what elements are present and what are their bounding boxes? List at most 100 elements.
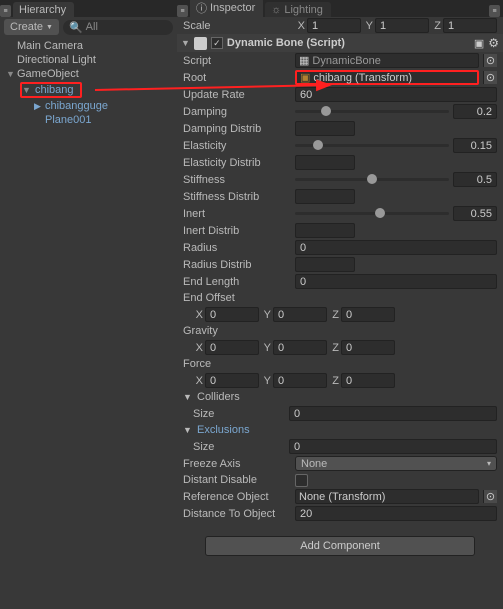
field-label: Damping xyxy=(183,106,291,118)
stiffness-value[interactable] xyxy=(453,172,497,187)
axis-y: Y xyxy=(261,342,271,354)
tab-hierarchy[interactable]: Hierarchy xyxy=(13,2,74,17)
size-label: Size xyxy=(193,408,285,420)
exclusions-size-input[interactable] xyxy=(289,439,497,454)
field-label: Update Rate xyxy=(183,89,291,101)
damping-value[interactable] xyxy=(453,104,497,119)
field-label: End Length xyxy=(183,276,291,288)
panel-options-icon[interactable]: ≡ xyxy=(489,5,500,17)
foldout-icon[interactable]: ▶ xyxy=(34,101,45,112)
field-label: Radius Distrib xyxy=(183,259,291,271)
tree-item-chibangguge[interactable]: ▶ chibangguge xyxy=(0,99,177,113)
end-offset-z[interactable] xyxy=(341,307,395,322)
freeze-axis-dropdown[interactable]: None ▾ xyxy=(295,456,497,471)
force-y[interactable] xyxy=(273,373,327,388)
create-label: Create xyxy=(10,21,43,33)
radius-distrib-curve[interactable] xyxy=(295,257,355,272)
foldout-icon[interactable]: ▼ xyxy=(22,85,33,95)
gravity-z[interactable] xyxy=(341,340,395,355)
lighting-icon: ☼ xyxy=(271,4,281,16)
panel-menu-icon[interactable]: ≡ xyxy=(177,5,188,17)
panel-menu-icon[interactable]: ≡ xyxy=(0,5,11,17)
field-label: Freeze Axis xyxy=(183,458,291,470)
field-label: Inert xyxy=(183,208,291,220)
script-field[interactable]: ▦ DynamicBone xyxy=(295,53,479,68)
inert-value[interactable] xyxy=(453,206,497,221)
tree-item-main-camera[interactable]: Main Camera xyxy=(0,39,177,53)
elasticity-slider[interactable] xyxy=(295,138,449,153)
tree-item-game-object[interactable]: ▼ GameObject xyxy=(0,67,177,81)
axis-z: Z xyxy=(329,309,339,321)
field-label: Exclusions xyxy=(197,424,250,436)
root-field[interactable]: ▣ chibang (Transform) xyxy=(295,70,479,85)
colliders-size-input[interactable] xyxy=(289,406,497,421)
force-z[interactable] xyxy=(341,373,395,388)
component-header[interactable]: ▼ ✓ Dynamic Bone (Script) ▣ ⚙ xyxy=(177,34,503,52)
distance-to-object-input[interactable] xyxy=(295,506,497,521)
field-label: Reference Object xyxy=(183,491,291,503)
help-icon[interactable]: ▣ xyxy=(474,37,484,50)
damping-slider[interactable] xyxy=(295,104,449,119)
foldout-icon[interactable]: ▼ xyxy=(183,392,193,402)
reference-object-field[interactable]: None (Transform) xyxy=(295,489,479,504)
scale-z[interactable] xyxy=(443,18,497,33)
object-picker-icon[interactable]: ⊙ xyxy=(483,71,497,84)
field-label: Root xyxy=(183,72,291,84)
update-rate-input[interactable] xyxy=(295,87,497,102)
tab-inspector[interactable]: ⓘ Inspector xyxy=(190,0,263,17)
end-offset-y[interactable] xyxy=(273,307,327,322)
inspector-icon: ⓘ xyxy=(196,0,207,16)
component-enable-checkbox[interactable]: ✓ xyxy=(211,37,223,49)
axis-y: Y xyxy=(261,375,271,387)
damping-distrib-curve[interactable] xyxy=(295,121,355,136)
field-label: Distant Disable xyxy=(183,474,291,486)
field-label: Distance To Object xyxy=(183,508,291,520)
create-button[interactable]: Create ▼ xyxy=(4,19,59,35)
object-picker-icon[interactable]: ⊙ xyxy=(483,54,497,67)
distant-disable-checkbox[interactable] xyxy=(295,474,308,487)
script-value: DynamicBone xyxy=(312,55,380,67)
end-length-input[interactable] xyxy=(295,274,497,289)
field-label: Elasticity xyxy=(183,140,291,152)
tree-label: Main Camera xyxy=(17,40,83,52)
tab-lighting[interactable]: ☼ Lighting xyxy=(265,2,331,17)
tree-item-plane001[interactable]: Plane001 xyxy=(0,113,177,127)
axis-y: Y xyxy=(261,309,271,321)
axis-z: Z xyxy=(329,342,339,354)
field-label: Gravity xyxy=(183,325,291,337)
stiffness-distrib-curve[interactable] xyxy=(295,189,355,204)
dropdown-value: None xyxy=(301,458,327,470)
radius-input[interactable] xyxy=(295,240,497,255)
axis-z: Z xyxy=(329,375,339,387)
elasticity-value[interactable] xyxy=(453,138,497,153)
object-picker-icon[interactable]: ⊙ xyxy=(483,490,497,503)
scale-x[interactable] xyxy=(307,18,361,33)
inert-slider[interactable] xyxy=(295,206,449,221)
foldout-icon[interactable]: ▼ xyxy=(6,69,17,79)
field-label: Stiffness Distrib xyxy=(183,191,291,203)
tab-label: Lighting xyxy=(284,4,323,16)
gear-icon[interactable]: ⚙ xyxy=(488,36,499,50)
tab-label: Inspector xyxy=(210,2,255,14)
search-input[interactable]: 🔍 All xyxy=(63,20,173,35)
search-icon: 🔍 xyxy=(69,21,83,34)
stiffness-slider[interactable] xyxy=(295,172,449,187)
scale-label: Scale xyxy=(183,20,291,32)
tree-item-chibang[interactable]: ▼ chibang xyxy=(0,81,177,99)
axis-x: X xyxy=(193,309,203,321)
gravity-x[interactable] xyxy=(205,340,259,355)
field-label: Radius xyxy=(183,242,291,254)
gravity-y[interactable] xyxy=(273,340,327,355)
root-value: chibang (Transform) xyxy=(313,72,412,84)
inert-distrib-curve[interactable] xyxy=(295,223,355,238)
tree-label: GameObject xyxy=(17,68,79,80)
scale-y[interactable] xyxy=(375,18,429,33)
end-offset-x[interactable] xyxy=(205,307,259,322)
tree-item-directional-light[interactable]: Directional Light xyxy=(0,53,177,67)
foldout-icon[interactable]: ▼ xyxy=(183,425,193,435)
force-x[interactable] xyxy=(205,373,259,388)
foldout-icon[interactable]: ▼ xyxy=(181,38,190,48)
elasticity-distrib-curve[interactable] xyxy=(295,155,355,170)
add-component-button[interactable]: Add Component xyxy=(205,536,475,556)
field-label: End Offset xyxy=(183,292,291,304)
